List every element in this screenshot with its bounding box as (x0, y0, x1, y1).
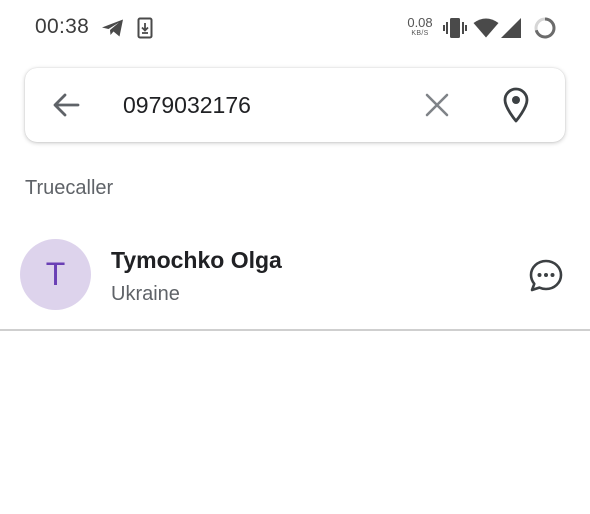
section-header: Truecaller (25, 177, 114, 199)
battery-ring-icon (534, 17, 556, 39)
avatar-letter: T (45, 256, 66, 292)
download-icon (137, 17, 153, 39)
network-speed-unit: KB/S (411, 30, 429, 37)
arrow-left-icon (53, 93, 80, 117)
avatar: T (20, 239, 91, 310)
location-pin-icon (503, 87, 529, 123)
back-button[interactable] (49, 87, 85, 123)
network-speed-value: 0.08 (407, 15, 433, 30)
vibrate-icon (443, 18, 467, 38)
telegram-icon (102, 19, 123, 37)
contact-name: Tymochko Olga (111, 247, 282, 273)
contact-country: Ukraine (111, 283, 180, 305)
message-icon (529, 259, 563, 292)
location-button[interactable] (499, 86, 533, 124)
status-bar: 00:38 0.08 KB/S (0, 0, 590, 54)
divider (0, 329, 590, 331)
search-bar (25, 68, 565, 142)
contact-result-row[interactable]: T Tymochko Olga Ukraine (0, 232, 590, 316)
close-icon (425, 93, 449, 117)
status-time: 00:38 (35, 15, 90, 38)
search-input[interactable] (123, 88, 393, 122)
message-button[interactable] (527, 257, 565, 295)
clear-button[interactable] (422, 90, 452, 120)
signal-icon (501, 18, 521, 38)
network-speed: 0.08 KB/S (406, 16, 434, 37)
wifi-icon (473, 18, 499, 38)
